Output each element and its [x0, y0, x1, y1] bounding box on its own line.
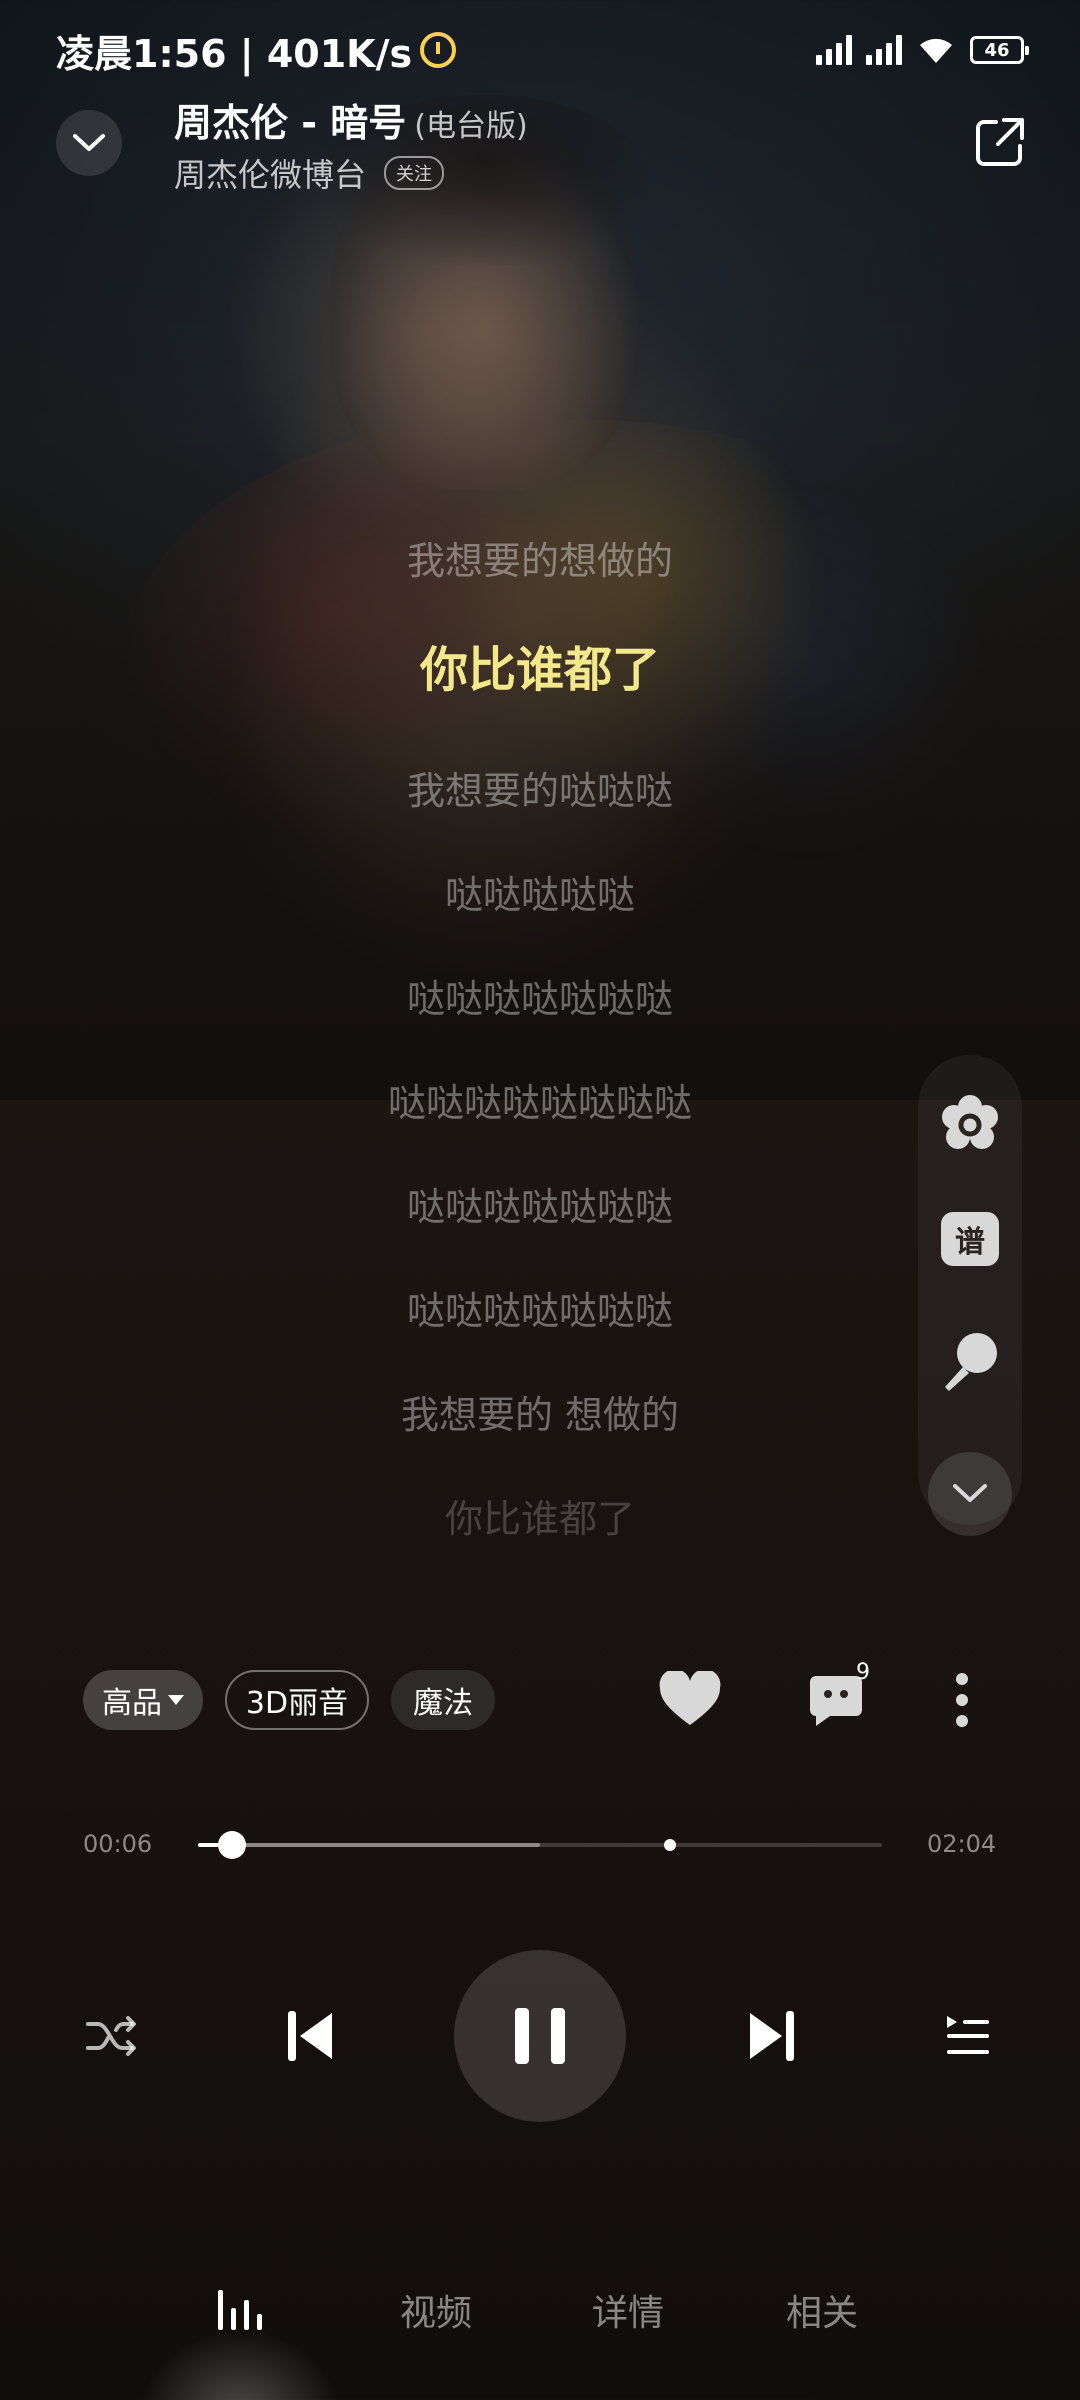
share-button[interactable]	[970, 112, 1030, 172]
lyric-line-current[interactable]: 你比谁都了	[0, 630, 1080, 700]
lyric-line[interactable]: 我想要的想做的	[0, 530, 1080, 585]
wifi-icon	[916, 35, 956, 65]
pause-icon-bar	[515, 2008, 529, 2064]
side-panel-collapse-button[interactable]	[928, 1452, 1012, 1536]
progress-thumb[interactable]	[218, 1831, 247, 1859]
song-title-text: 周杰伦 - 暗号	[174, 101, 407, 145]
lyric-settings-button[interactable]	[928, 1083, 1012, 1167]
lyric-line[interactable]: 我想要的哒哒哒	[0, 760, 1080, 815]
shuffle-icon	[86, 2016, 136, 2056]
spatial-audio-label: 3D丽音	[245, 1686, 349, 1721]
skip-previous-icon	[288, 2011, 332, 2061]
next-track-button[interactable]	[740, 2004, 804, 2068]
quality-selector[interactable]: 高品	[83, 1670, 203, 1730]
progress-buffered	[198, 1843, 540, 1847]
tab-player[interactable]	[180, 2270, 300, 2350]
heart-icon	[659, 1671, 721, 1725]
pause-icon-bar	[551, 2008, 565, 2064]
magic-effect-button[interactable]: 魔法	[391, 1670, 495, 1730]
follow-button[interactable]: 关注	[384, 156, 445, 190]
comments-button[interactable]: 9	[796, 1660, 876, 1740]
battery-level: 46	[984, 39, 1010, 61]
flower-settings-icon	[942, 1095, 998, 1149]
elapsed-time: 00:06	[83, 1830, 153, 1858]
artist-name[interactable]: 周杰伦微博台	[174, 150, 366, 196]
comment-count-badge: 9	[856, 1660, 870, 1685]
status-right: 46	[816, 35, 1029, 65]
tab-details[interactable]: 详情	[568, 2270, 688, 2350]
karaoke-button[interactable]	[928, 1320, 1012, 1404]
lyric-line[interactable]: 哒哒哒哒哒	[0, 864, 1080, 919]
status-bar: 凌晨1:56 | 401K/s 46	[0, 0, 1080, 100]
skip-next-icon	[750, 2011, 794, 2061]
song-version-tag: (电台版)	[414, 109, 528, 144]
song-title: 周杰伦 - 暗号 (电台版)	[174, 92, 528, 147]
pause-button[interactable]	[454, 1950, 626, 2122]
total-time: 02:04	[927, 1830, 997, 1858]
share-icon	[976, 118, 1024, 166]
score-icon: 谱	[941, 1212, 999, 1266]
collapse-player-button[interactable]	[56, 110, 122, 176]
more-options-button[interactable]	[922, 1660, 1002, 1740]
playlist-button[interactable]	[936, 2004, 1000, 2068]
lyric-line[interactable]: 你比谁都了	[0, 1488, 1080, 1543]
previous-track-button[interactable]	[278, 2004, 342, 2068]
artist-row: 周杰伦微博台 关注	[174, 150, 445, 196]
tab-video[interactable]: 视频	[376, 2270, 496, 2350]
spatial-audio-button[interactable]: 3D丽音	[225, 1670, 369, 1730]
tab-related[interactable]: 相关	[762, 2270, 882, 2350]
shuffle-button[interactable]	[80, 2004, 144, 2068]
alarm-icon	[420, 32, 457, 68]
dropdown-arrow-icon	[168, 1695, 184, 1705]
more-vertical-icon	[956, 1673, 968, 1727]
bottom-tabs: 视频 详情 相关	[0, 2270, 1080, 2350]
progress-track[interactable]	[198, 1843, 882, 1847]
signal-icon-2	[866, 35, 902, 65]
playlist-icon	[947, 2016, 989, 2054]
microphone-icon	[945, 1333, 997, 1391]
status-left: 凌晨1:56 | 401K/s	[56, 23, 457, 78]
score-button[interactable]: 谱	[928, 1197, 1012, 1281]
chevron-down-icon	[73, 134, 105, 151]
quality-label: 高品	[102, 1686, 162, 1721]
lyric-line[interactable]: 哒哒哒哒哒哒哒	[0, 968, 1080, 1023]
battery-icon: 46	[970, 36, 1029, 64]
progress-highlight-marker[interactable]	[663, 1839, 676, 1851]
equalizer-icon	[218, 2290, 262, 2330]
like-button[interactable]	[650, 1660, 730, 1740]
status-time-speed: 凌晨1:56 | 401K/s	[56, 31, 413, 76]
chevron-down-icon	[953, 1484, 987, 1502]
magic-effect-label: 魔法	[413, 1686, 473, 1721]
signal-icon	[816, 35, 852, 65]
